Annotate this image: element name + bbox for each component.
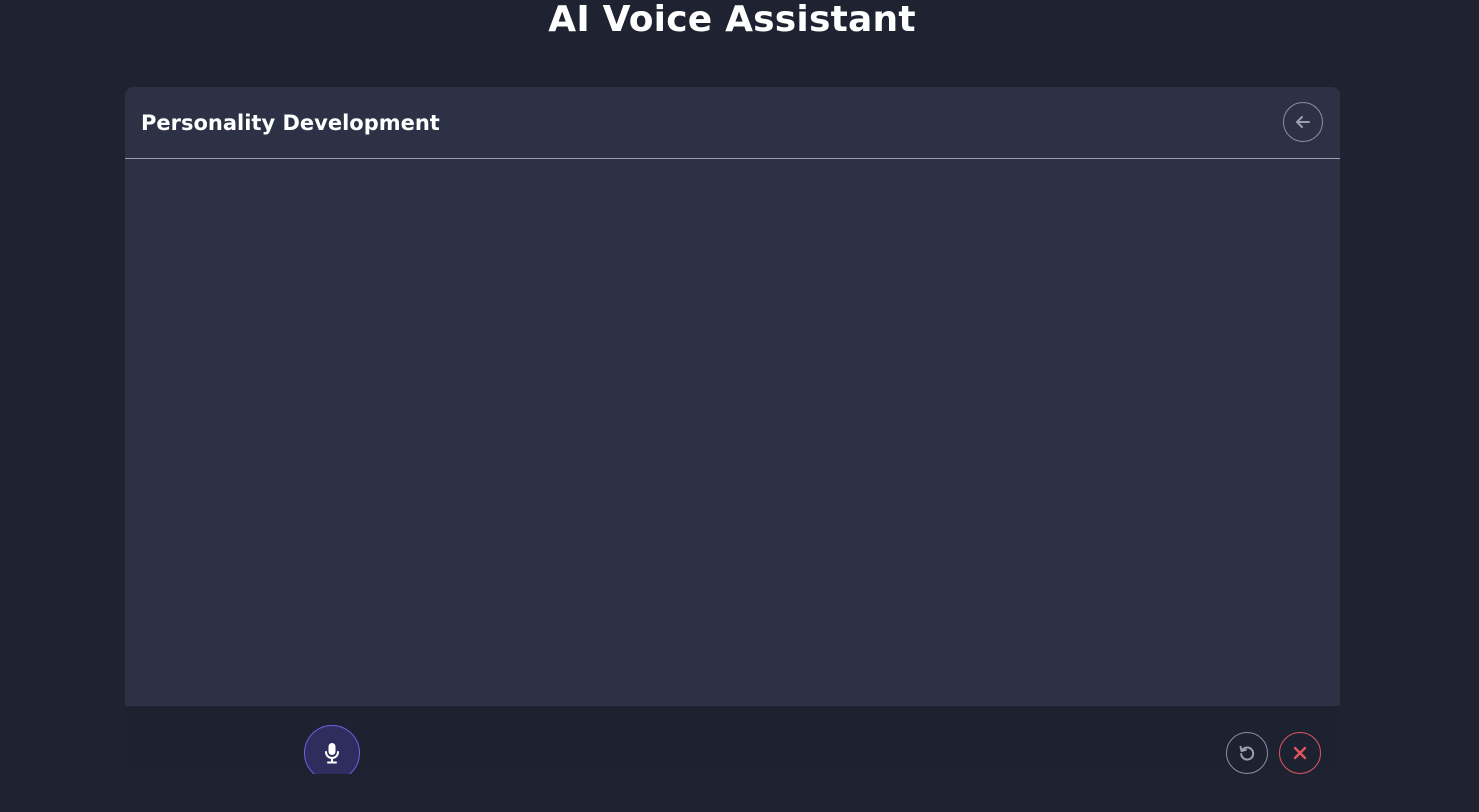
microphone-button[interactable] xyxy=(304,725,360,774)
chat-title: Personality Development xyxy=(141,111,440,135)
chat-panel: Personality Development xyxy=(125,87,1340,774)
x-icon xyxy=(1293,746,1307,760)
microphone-icon xyxy=(324,742,340,764)
app-title: AI Voice Assistant xyxy=(548,0,916,40)
message-list xyxy=(125,159,1340,706)
rotate-ccw-icon xyxy=(1238,744,1256,762)
chat-header: Personality Development xyxy=(125,87,1340,159)
back-button[interactable] xyxy=(1283,102,1323,142)
arrow-left-icon xyxy=(1294,113,1312,131)
voice-control-bar xyxy=(125,706,1340,774)
close-button[interactable] xyxy=(1279,732,1321,774)
reset-conversation-button[interactable] xyxy=(1226,732,1268,774)
